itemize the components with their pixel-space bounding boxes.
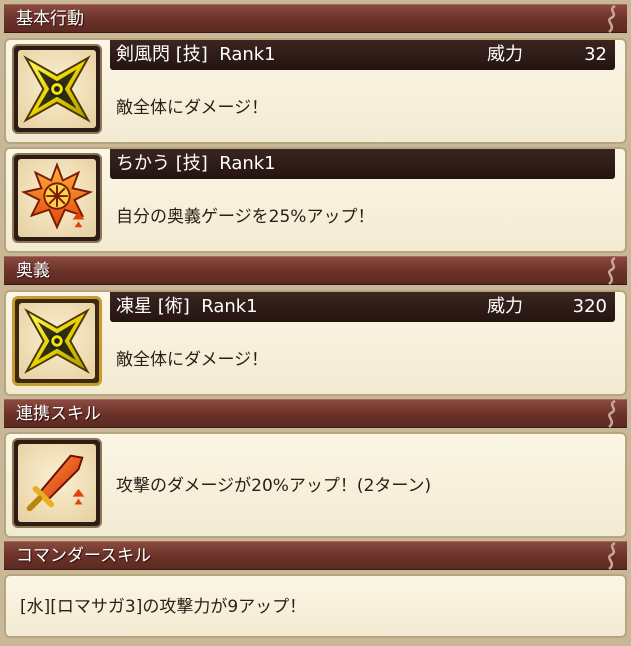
skill-description: 敵全体にダメージ！: [116, 98, 269, 118]
scroll-ornament-icon: [608, 256, 616, 285]
scroll-ornament-icon: [608, 541, 616, 570]
shuriken-icon: [24, 308, 90, 374]
skill-card-kenpuusen[interactable]: 剣風閃 [技] Rank1 威力 32 敵全体にダメージ！: [4, 38, 627, 144]
section-header-basic-action: 基本行動: [4, 4, 627, 33]
skill-title-bar: 剣風閃 [技] Rank1 威力 32: [110, 40, 615, 70]
section-title: コマンダースキル: [16, 546, 152, 566]
burst-emblem-icon: [20, 162, 94, 230]
section-title: 基本行動: [16, 9, 84, 29]
commander-skill-description: [水][ロマサガ3]の攻撃力が9アップ！: [20, 597, 307, 617]
skill-name: 剣風閃 [技] Rank1: [116, 44, 276, 65]
section-header-commander-skill: コマンダースキル: [4, 541, 627, 570]
scroll-ornament-icon: [608, 399, 616, 428]
power-value: 32: [584, 44, 607, 65]
link-skill-card[interactable]: 攻撃のダメージが20%アップ！(2ターン): [4, 432, 627, 538]
skill-name: ちかう [技] Rank1: [116, 153, 276, 174]
section-header-link-skill: 連携スキル: [4, 399, 627, 428]
section-title: 奥義: [16, 261, 50, 281]
skill-icon-frame: [12, 153, 102, 243]
skill-card-chikau[interactable]: ちかう [技] Rank1 自分の奥義ゲージを25%アップ！: [4, 147, 627, 253]
section-title: 連携スキル: [16, 404, 101, 424]
shuriken-icon: [23, 55, 91, 123]
skill-description: 敵全体にダメージ！: [116, 350, 269, 370]
power-label: 威力: [487, 44, 523, 65]
skill-description: 自分の奥義ゲージを25%アップ！: [116, 207, 375, 227]
skill-icon-frame-gold: [12, 296, 102, 386]
commander-skill-card[interactable]: [水][ロマサガ3]の攻撃力が9アップ！: [4, 574, 627, 638]
skill-card-tousei[interactable]: 凍星 [術] Rank1 威力 320 敵全体にダメージ！: [4, 290, 627, 396]
skill-icon-frame: [12, 44, 102, 134]
link-skill-description: 攻撃のダメージが20%アップ！(2ターン): [116, 476, 432, 496]
skill-title-bar: ちかう [技] Rank1: [110, 149, 615, 179]
power-label: 威力: [487, 296, 523, 317]
power-value: 320: [572, 296, 607, 317]
scroll-ornament-icon: [608, 4, 616, 33]
skill-icon-frame: [12, 438, 102, 528]
section-header-ougi: 奥義: [4, 256, 627, 285]
sword-up-icon: [26, 454, 85, 512]
skill-name: 凍星 [術] Rank1: [116, 296, 258, 317]
skill-title-bar: 凍星 [術] Rank1 威力 320: [110, 292, 615, 322]
